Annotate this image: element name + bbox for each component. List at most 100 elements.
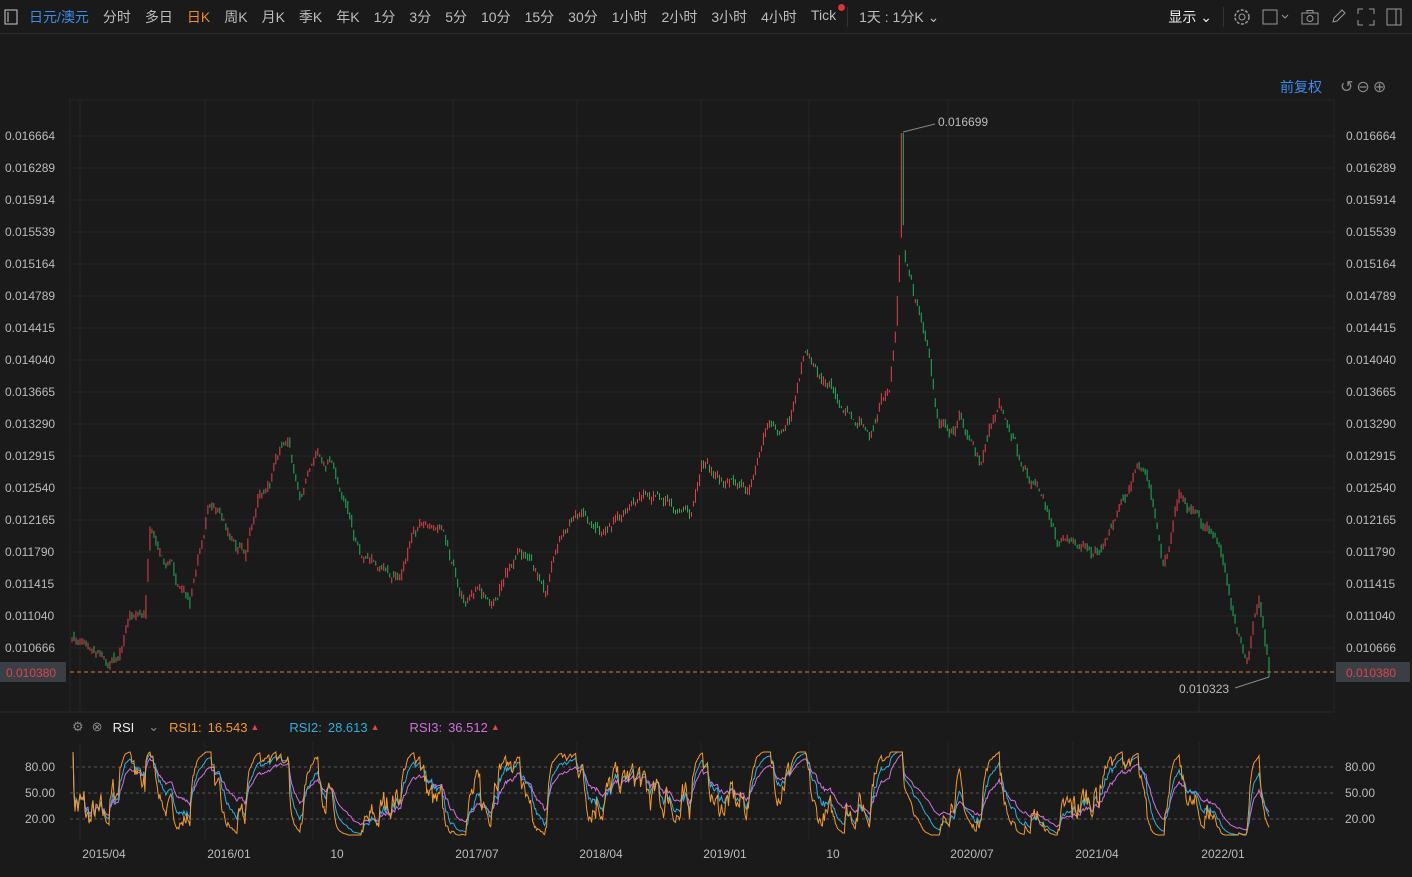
rsi-tick-right: 50.00 [1345,786,1375,800]
rsi1-label: RSI1: [169,719,202,735]
period-tab[interactable]: 2小时 [655,7,705,27]
time-tick: 2017/07 [455,847,499,861]
price-tick-right: 0.015914 [1346,193,1396,207]
divider [847,6,849,27]
chevron-down-icon: ⌄ [927,8,940,25]
time-tick: 2015/04 [82,847,126,861]
price-tick-right: 0.012165 [1346,513,1396,527]
price-tick-left: 0.012915 [5,449,55,463]
price-tick-left: 0.015914 [5,193,55,207]
last-price-tag-right [1336,662,1410,682]
last-price-left: 0.010380 [6,666,56,680]
symbol-selector[interactable]: 日元/澳元 [22,7,96,27]
indicator-dropdown-icon[interactable]: ⌄ [148,719,159,735]
layout-icon[interactable] [1256,0,1296,34]
divider [1223,7,1224,27]
time-tick: 10 [330,847,344,861]
rsi1-line [72,750,1270,836]
price-tick-left: 0.014040 [5,353,55,367]
price-tick-right: 0.015164 [1346,257,1396,271]
price-tick-left: 0.014789 [5,289,55,303]
period-tab[interactable]: 多日 [138,7,180,27]
time-tick: 2016/01 [207,847,251,861]
rsi-close-icon[interactable]: ⊗ [92,719,103,735]
price-tick-left: 0.016664 [5,129,55,143]
zoom-in-icon[interactable]: ⊕ [1373,77,1386,97]
display-menu[interactable]: 显示 ⌄ [1161,7,1219,27]
rsi2-label: RSI2: [289,719,322,735]
max-marker-line [902,123,936,133]
panel-toggle-icon[interactable] [1380,0,1408,34]
plot-frame [69,99,1335,713]
price-tick-left: 0.014415 [5,321,55,335]
sidebar-toggle-icon[interactable] [0,0,22,34]
time-tick: 10 [826,847,840,861]
rsi-tick-right: 80.00 [1345,760,1375,774]
price-tick-left: 0.010666 [5,641,55,655]
period-tab[interactable]: 4小时 [754,7,804,27]
period-tab[interactable]: 1分 [367,7,403,27]
indicator-name: RSI [112,719,135,735]
price-tick-left: 0.012540 [5,481,55,495]
period-tab[interactable]: 季K [292,7,329,27]
period-tab[interactable]: 10分 [474,7,518,27]
rsi-tick-right: 20.00 [1345,812,1375,826]
rsi3-value: 36.512 [448,719,488,735]
price-tick-left: 0.011040 [5,609,54,623]
time-tick: 2021/04 [1075,847,1119,861]
multi-period-selector[interactable]: 1天 : 1分K ⌄ [852,7,946,27]
price-tick-left: 0.015164 [5,257,55,271]
period-tab[interactable]: 分时 [96,7,138,27]
time-tick: 2019/01 [703,847,747,861]
period-tab[interactable]: 5分 [438,7,474,27]
rsi-settings-icon[interactable]: ⚙ [72,719,84,735]
display-label: 显示 [1168,9,1197,25]
price-tick-left: 0.013665 [5,385,55,399]
price-chart[interactable]: 0.016664 0.016289 0.015914 0.015539 0.015164… [0,0,1412,877]
price-tick-left: 0.013290 [5,417,55,431]
notification-dot [838,3,846,11]
min-price-label: 0.010323 [1179,682,1229,696]
rsi-tick-left: 20.00 [25,812,55,826]
period-tab[interactable]: 3分 [402,7,438,27]
price-tick-left: 0.011790 [5,545,54,559]
rsi3-line [72,751,1270,831]
price-tick-left: 0.016289 [5,161,55,175]
reset-icon[interactable]: ↺ [1340,77,1353,97]
period-tab[interactable]: 3小时 [704,7,754,27]
price-tick-right: 0.010666 [1346,641,1396,655]
price-tick-right: 0.011790 [1346,545,1395,559]
min-marker-line [1234,676,1270,689]
price-tick-right: 0.014789 [1346,289,1396,303]
pencil-icon[interactable] [1324,0,1352,34]
period-tab[interactable]: 日K [180,7,217,27]
up-arrow-icon: ▲ [490,722,500,732]
settings-icon[interactable] [1228,0,1256,34]
price-tick-right: 0.012915 [1346,449,1396,463]
multi-period-label: 1天 : 1分K [859,8,924,25]
adjust-mode-button[interactable]: 前复权 [1280,77,1322,97]
period-tab[interactable]: 15分 [518,7,562,27]
price-tick-right: 0.013290 [1346,417,1396,431]
time-tick: 2022/01 [1201,847,1245,861]
period-tab[interactable]: 月K [255,7,292,27]
rsi1-value: 16.543 [207,719,248,735]
rsi-legend: ⚙ ⊗ RSI ⌄ RSI1: 16.543 ▲ RSI2: 28.613 ▲ … [70,718,500,736]
last-price-right: 0.010380 [1346,666,1396,680]
zoom-out-icon[interactable]: ⊖ [1356,77,1369,97]
period-tab[interactable]: Tick [804,3,846,27]
fullscreen-icon[interactable] [1352,0,1380,34]
price-tick-right: 0.014415 [1346,321,1396,335]
time-tick: 2018/04 [579,847,623,861]
period-tab[interactable]: 30分 [561,7,605,27]
price-tick-left: 0.015539 [5,225,55,239]
period-tab[interactable]: 年K [329,7,366,27]
rsi2-value: 28.613 [327,719,368,735]
up-arrow-icon: ▲ [370,722,380,732]
price-tick-left: 0.011415 [5,577,54,591]
up-arrow-icon: ▲ [250,722,260,732]
price-tick-right: 0.013665 [1346,385,1396,399]
period-tab[interactable]: 周K [217,7,254,27]
camera-icon[interactable] [1296,0,1324,34]
period-tab[interactable]: 1小时 [605,7,655,27]
